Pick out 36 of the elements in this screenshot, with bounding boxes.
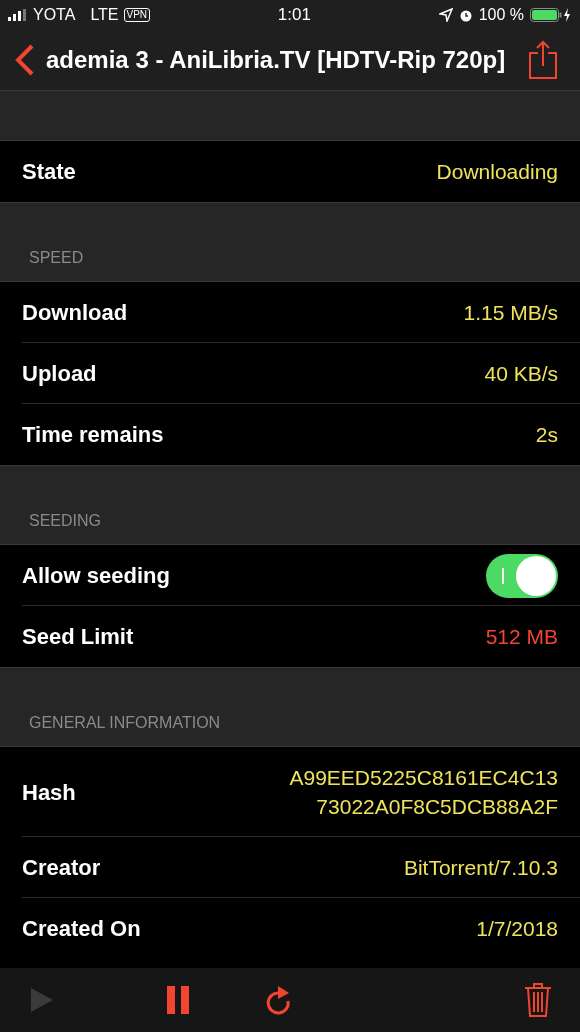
section-header: GENERAL INFORMATION	[29, 713, 221, 733]
row-label: Download	[22, 299, 128, 327]
hash-value-line: A99EED5225C8161EC4C13	[289, 765, 558, 791]
row-value: Downloading	[436, 158, 558, 185]
carrier-text: YOTA	[33, 5, 76, 25]
battery-percent: 100 %	[478, 5, 524, 25]
network-text: LTE	[90, 5, 119, 25]
row-label: Allow seeding	[22, 562, 170, 590]
row-label: Created On	[22, 915, 141, 943]
pause-icon[interactable]	[166, 985, 190, 1015]
row-value: 2s	[535, 421, 558, 448]
row-value: 40 KB/s	[484, 360, 558, 387]
clock-text: 1:01	[277, 4, 311, 27]
location-arrow-icon	[438, 8, 453, 22]
hash-value-line: 73022A0F8C5DCB88A2F	[316, 794, 558, 820]
row-label: State	[22, 158, 76, 186]
section-header: SEEDING	[29, 511, 101, 531]
trash-icon[interactable]	[524, 982, 552, 1018]
row-value: BitTorrent/7.10.3	[403, 854, 558, 881]
toggle-switch[interactable]	[486, 553, 558, 598]
row-value: 1.15 MB/s	[463, 299, 558, 326]
section-header: SPEED	[29, 248, 84, 268]
row-label: Creator	[22, 854, 101, 882]
row-label: Seed Limit	[22, 623, 134, 651]
battery-charging-icon	[530, 7, 572, 23]
share-icon[interactable]	[528, 40, 558, 80]
row-label: Time remains	[22, 421, 164, 449]
alarm-clock-icon	[458, 8, 473, 22]
nav-title: ademia 3 - AniLibria.TV [HDTV-Rip 720p]	[46, 45, 507, 75]
row-value: 512 MB	[485, 623, 558, 650]
row-label: Upload	[22, 360, 97, 388]
row-value: 1/7/2018	[476, 915, 558, 942]
back-chevron-icon[interactable]	[14, 44, 36, 76]
signal-icon	[8, 9, 28, 21]
row-label: Hash	[22, 778, 76, 807]
vpn-badge: VPN	[123, 8, 151, 22]
